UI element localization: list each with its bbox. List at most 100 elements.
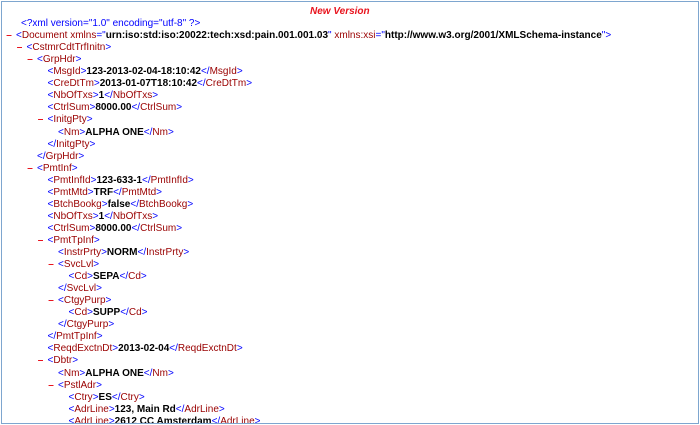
- tag-name: AdrLine: [74, 403, 109, 415]
- element-text: SEPA: [92, 271, 120, 283]
- collapse-toggle[interactable]: –: [16, 42, 24, 54]
- xml-line: <CreDtTm>2013-01-07T18:10:42</CreDtTm>: [47, 78, 253, 90]
- element-text: false: [107, 198, 131, 210]
- element-text: ES: [98, 391, 112, 403]
- element-text: 2013-02-04: [118, 343, 170, 355]
- version-caption: New Version: [310, 6, 370, 17]
- closing-tag-name: NbOfTxs: [112, 210, 153, 222]
- tag-name: Dbtr: [53, 355, 73, 367]
- closing-tag-name: CreDtTm: [205, 78, 247, 90]
- xml-line: <CtrlSum>8000.00</CtrlSum>: [47, 222, 183, 234]
- xml-line: <PstlAdr>: [58, 379, 102, 391]
- closing-tag-name: PmtTpInf: [56, 331, 97, 343]
- tag-name: Cd: [74, 307, 88, 319]
- tag-name: Document: [21, 30, 68, 42]
- element-text: SUPP: [92, 307, 121, 319]
- tag-name: PstlAdr: [63, 379, 97, 391]
- xml-line: <CtgyPurp>: [58, 295, 112, 307]
- closing-tag-name: InitgPty: [56, 138, 90, 150]
- element-text: NORM: [106, 247, 138, 258]
- element-text: 123, Main Rd: [114, 403, 176, 415]
- tag-name: CtrlSum: [53, 222, 90, 234]
- xml-line: <PmtTpInf>: [47, 234, 100, 246]
- xml-line: <BtchBookg>false</BtchBookg>: [47, 198, 194, 210]
- xml-line: <MsgId>123-2013-02-04-18:10:42</MsgId>: [47, 66, 243, 78]
- closing-tag-name: BtchBookg: [138, 198, 188, 210]
- element-text: 123-2013-02-04-18:10:42: [86, 66, 201, 78]
- xml-line: <CstmrCdtTrfInitn>: [26, 42, 112, 54]
- element-text: ALPHA ONE: [85, 367, 144, 379]
- attribute-value: http://www.w3.org/2001/XMLSchema-instanc…: [384, 30, 602, 42]
- tag-name: PmtInfId: [53, 174, 91, 186]
- element-text: 8000.00: [95, 222, 132, 234]
- xml-line: <PmtMtd>TRF</PmtMtd>: [47, 186, 163, 198]
- collapse-toggle[interactable]: –: [26, 163, 34, 175]
- xml-line: <Dbtr>: [47, 355, 79, 367]
- xml-line: <SvcLvl>: [58, 259, 100, 271]
- closing-tag-name: PmtMtd: [121, 186, 157, 198]
- xml-line: <Ctry>ES</Ctry>: [68, 391, 145, 403]
- tag-name: NbOfTxs: [53, 90, 93, 102]
- collapse-toggle[interactable]: –: [47, 259, 55, 271]
- closing-tag-name: Nm: [152, 367, 168, 379]
- closing-tag-name: CtrlSum: [140, 102, 177, 114]
- element-text: ALPHA ONE: [85, 126, 144, 138]
- collapse-toggle[interactable]: –: [5, 30, 13, 42]
- xml-line: <Cd>SUPP</Cd>: [68, 307, 148, 319]
- xml-line: <Document xmlns="urn:iso:std:iso:20022:t…: [16, 30, 612, 42]
- xml-line: <InitgPty>: [47, 114, 93, 126]
- collapse-toggle[interactable]: –: [26, 54, 34, 66]
- collapse-toggle[interactable]: –: [37, 355, 45, 367]
- closing-tag-name: SvcLvl: [66, 283, 97, 295]
- collapse-toggle[interactable]: –: [47, 380, 55, 392]
- tag-name: Cd: [74, 271, 88, 283]
- closing-tag-name: NbOfTxs: [112, 90, 153, 102]
- tag-name: ReqdExctnDt: [53, 343, 113, 355]
- xml-line: <NbOfTxs>1</NbOfTxs>: [47, 210, 159, 222]
- closing-tag-name: Nm: [152, 126, 168, 138]
- tag-name: PmtInf: [42, 162, 72, 174]
- tag-name: Ctry: [74, 391, 93, 403]
- collapse-toggle[interactable]: –: [47, 295, 55, 307]
- xml-line: <AdrLine>2612 CC Amsterdam</AdrLine>: [69, 415, 261, 424]
- xml-line: <AdrLine>123, Main Rd</AdrLine>: [68, 403, 225, 415]
- tag-name: PmtMtd: [53, 186, 88, 198]
- tag-name: CtrlSum: [53, 102, 90, 114]
- xml-line: <PmtInfId>123-633-1</PmtInfId>: [47, 174, 194, 186]
- xml-line: </InitgPty>: [47, 138, 96, 150]
- tag-name: MsgId: [53, 66, 81, 78]
- element-text: 2612 CC Amsterdam: [114, 415, 212, 424]
- xml-line: <InstrPrty>NORM</InstrPrty>: [58, 247, 190, 258]
- tag-name: SvcLvl: [63, 259, 94, 271]
- element-text: 2013-01-07T18:10:42: [99, 78, 198, 90]
- closing-tag-name: Cd: [128, 271, 141, 283]
- tag-name: BtchBookg: [53, 198, 102, 210]
- closing-tag-name: AdrLine: [184, 403, 219, 415]
- closing-tag-name: AdrLine: [220, 415, 255, 424]
- attribute-value: urn:iso:std:iso:20022:tech:xsd:pain.001.…: [105, 30, 329, 42]
- element-text: TRF: [93, 186, 114, 198]
- element-text: 8000.00: [95, 102, 132, 114]
- closing-tag-name: CtrlSum: [140, 222, 177, 234]
- element-text: 123-633-1: [96, 174, 143, 186]
- closing-tag-name: InstrPrty: [146, 247, 184, 258]
- closing-tag-name: MsgId: [209, 66, 237, 78]
- xml-line: <Nm>ALPHA ONE</Nm>: [58, 367, 174, 379]
- tag-name: NbOfTxs: [53, 210, 93, 222]
- tag-name: AdrLine: [74, 415, 109, 424]
- closing-tag-name: GrpHdr: [45, 150, 79, 162]
- attribute-name: xmlns:xsi: [334, 30, 376, 42]
- closing-tag-name: ReqdExctnDt: [177, 343, 237, 355]
- xml-line: <Cd>SEPA</Cd>: [68, 271, 147, 283]
- xml-line: </PmtTpInf>: [47, 331, 103, 343]
- tag-name: PmtTpInf: [53, 234, 94, 246]
- closing-tag-name: CtgyPurp: [66, 319, 109, 331]
- tag-name: GrpHdr: [42, 54, 76, 66]
- tag-name: InitgPty: [53, 114, 87, 126]
- collapse-toggle[interactable]: –: [37, 235, 45, 247]
- collapse-toggle[interactable]: –: [37, 114, 45, 126]
- xml-line: <GrpHdr>: [37, 54, 82, 66]
- xml-line: </CtgyPurp>: [58, 319, 115, 331]
- xml-line: <NbOfTxs>1</NbOfTxs>: [47, 90, 159, 102]
- xml-line: </SvcLvl>: [58, 283, 102, 295]
